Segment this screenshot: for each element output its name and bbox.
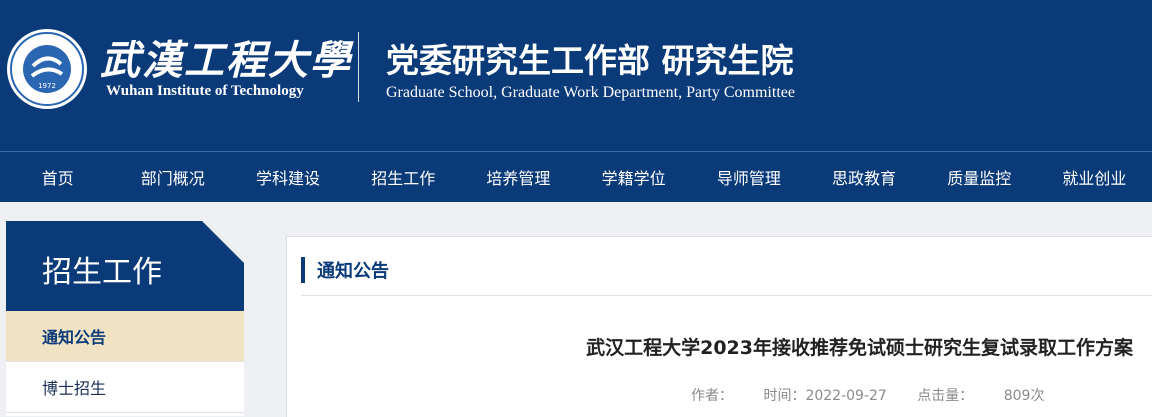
site-header: 1972 武漢工程大學 Wuhan Institute of Technolog… [0,0,1152,151]
article-meta: 作者： 时间：2022-09-27 点击量： 809次 [691,385,1070,405]
main-nav: 首页 部门概况 学科建设 招生工作 培养管理 学籍学位 导师管理 思政教育 质量… [0,151,1152,202]
author-label: 作者： [691,388,733,404]
section-divider [301,295,1152,296]
section-heading: 通知公告 [301,257,389,283]
sidebar-item-notices[interactable]: 通知公告 [6,311,244,362]
article-title: 武汉工程大学2023年接收推荐免试硕士研究生复试录取工作方案 [586,337,1133,359]
sidebar-title-box: 招生工作 [6,221,244,311]
header-divider [358,32,359,102]
article-panel: 通知公告 武汉工程大学2023年接收推荐免试硕士研究生复试录取工作方案 作者： … [286,236,1152,417]
sidebar-item-doctoral-admissions[interactable]: 博士招生 [6,362,244,413]
sidebar-title: 招生工作 [42,255,162,290]
nav-item-political-education[interactable]: 思政教育 [806,152,921,202]
views-label: 点击量： [917,388,974,404]
sidebar-menu: 通知公告 博士招生 [6,311,244,416]
nav-item-admissions[interactable]: 招生工作 [346,152,461,202]
school-name-en: Wuhan Institute of Technology [106,83,304,99]
svg-text:1972: 1972 [38,82,56,90]
corner-fold-decoration [202,221,244,263]
nav-item-student-status-degree[interactable]: 学籍学位 [576,152,691,202]
university-seal-logo[interactable]: 1972 [6,28,88,110]
school-name-cn: 武漢工程大學 [100,37,352,84]
time-label: 时间：2022-09-27 [763,388,887,404]
nav-item-quality-monitoring[interactable]: 质量监控 [922,152,1037,202]
nav-item-discipline-construction[interactable]: 学科建设 [230,152,345,202]
dept-name-cn: 党委研究生工作部 研究生院 [386,41,794,80]
nav-item-home[interactable]: 首页 [0,152,115,202]
dept-name-en: Graduate School, Graduate Work Departmen… [386,84,795,101]
views-count: 809次 [1003,388,1045,404]
nav-item-training-management[interactable]: 培养管理 [461,152,576,202]
nav-item-supervisor-management[interactable]: 导师管理 [691,152,806,202]
nav-item-employment[interactable]: 就业创业 [1037,152,1152,202]
nav-item-department-overview[interactable]: 部门概况 [115,152,230,202]
